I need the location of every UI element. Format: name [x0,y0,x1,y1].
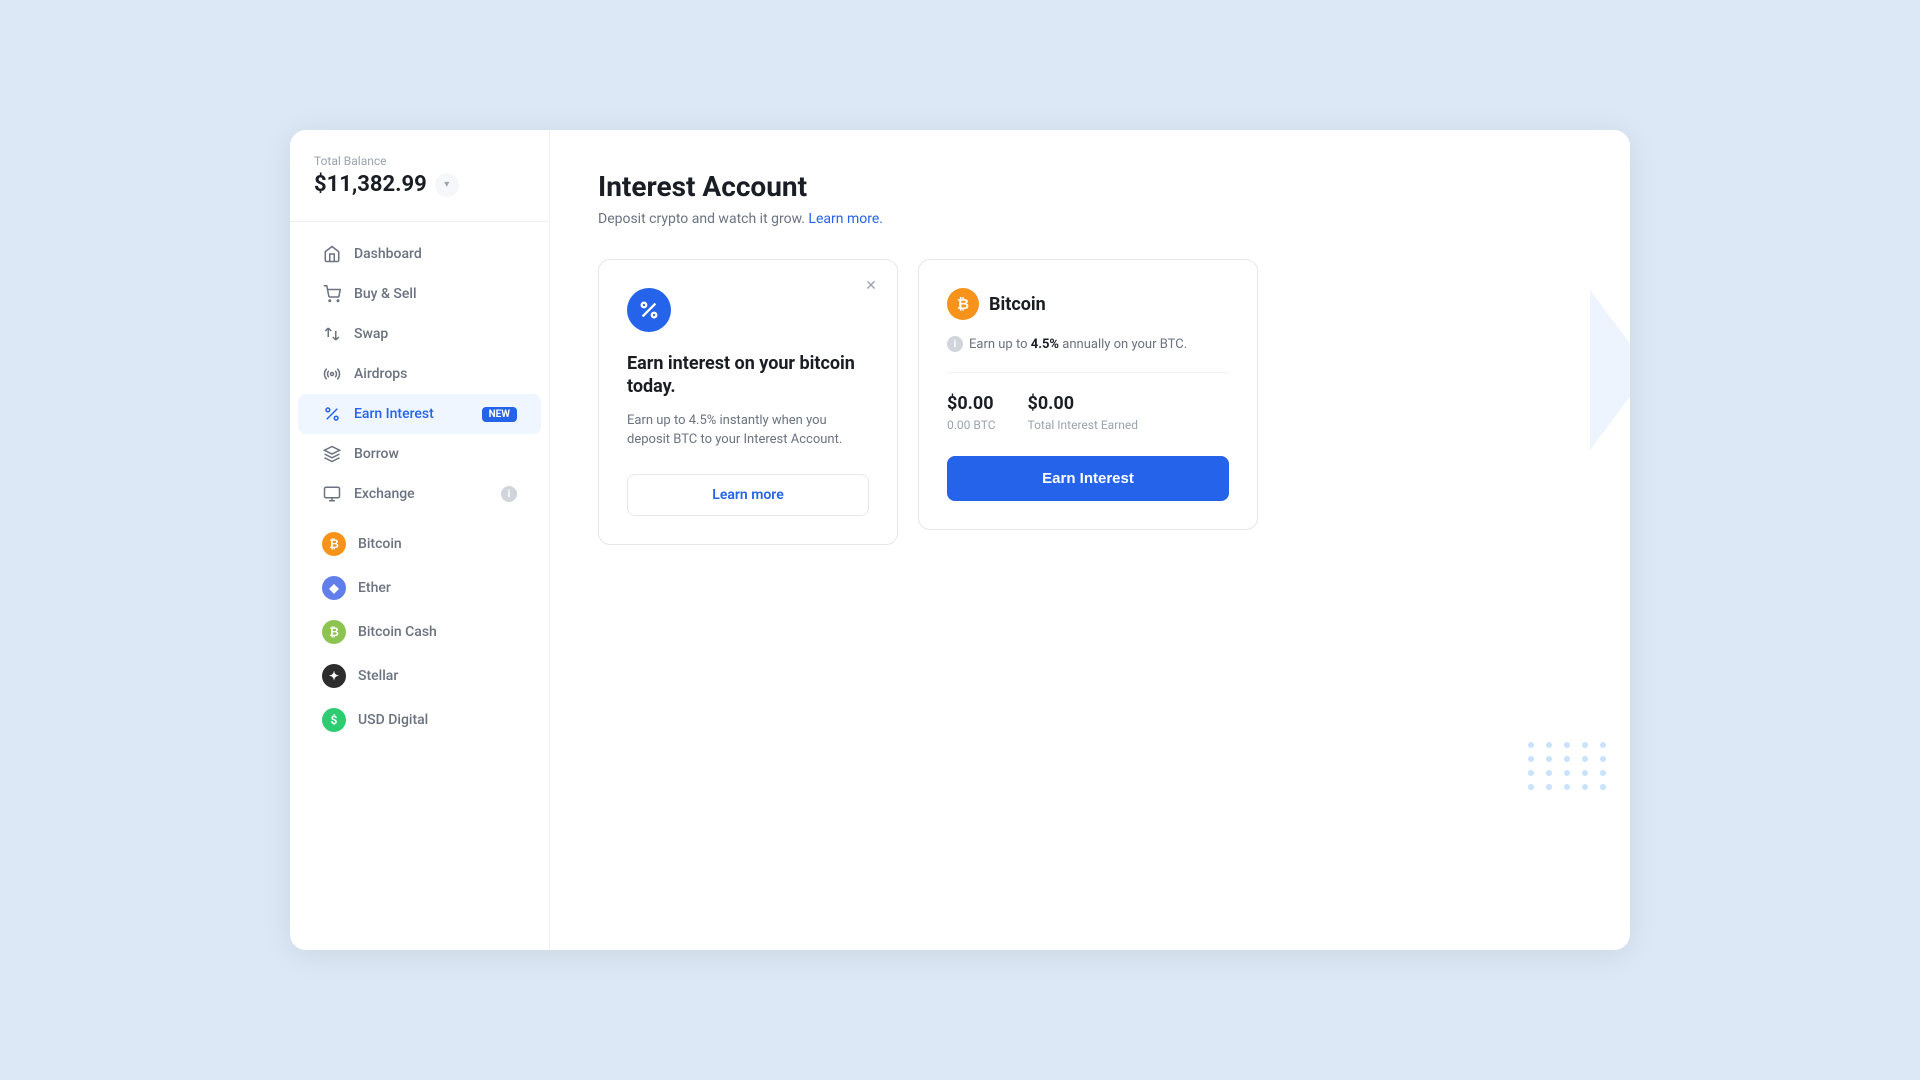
btc-stats-row: $0.00 0.00 BTC $0.00 Total Interest Earn… [947,393,1229,432]
sidebar-item-dashboard[interactable]: Dashboard [298,234,541,274]
cart-icon [322,284,342,304]
cards-row: ✕ Earn interest on your bitcoin today. E… [598,259,1582,545]
dot [1564,770,1570,776]
airdrops-label: Airdrops [354,366,517,382]
dot [1582,742,1588,748]
home-icon [322,244,342,264]
decorative-dots [1528,742,1610,790]
btc-interest-value: $0.00 [1028,393,1139,414]
ether-icon: ◆ [322,576,346,600]
dot [1564,742,1570,748]
dot [1546,784,1552,790]
percent-icon [322,404,342,424]
balance-label: Total Balance [314,154,525,168]
learn-more-link[interactable]: Learn more. [808,211,883,227]
dot [1582,756,1588,762]
airdrop-icon [322,364,342,384]
balance-dropdown-button[interactable]: ▾ [435,173,459,197]
info-suffix: annually on your BTC. [1059,337,1187,352]
btc-card-info-row: i Earn up to 4.5% annually on your BTC. [947,336,1229,373]
sidebar-item-borrow[interactable]: Borrow [298,434,541,474]
info-prefix: Earn up to [969,337,1031,352]
sidebar-item-usd-digital[interactable]: $ USD Digital [298,698,541,742]
sidebar-item-airdrops[interactable]: Airdrops [298,354,541,394]
new-badge: NEW [482,407,517,422]
exchange-icon [322,484,342,504]
dot [1546,770,1552,776]
dot [1564,784,1570,790]
page-title: Interest Account [598,170,1582,203]
balance-section: Total Balance $11,382.99 ▾ [290,154,549,222]
swap-label: Swap [354,326,517,342]
promo-learn-more-link[interactable]: Learn more [627,474,869,516]
btc-card-header: ₿ Bitcoin [947,288,1229,320]
sidebar-item-stellar[interactable]: ✦ Stellar [298,654,541,698]
subtitle-text: Deposit crypto and watch it grow. [598,211,805,227]
dot [1564,756,1570,762]
earn-interest-button[interactable]: Earn Interest [947,456,1229,501]
btc-rate: 4.5% [1031,337,1059,352]
btc-card-info-text: Earn up to 4.5% annually on your BTC. [969,337,1187,352]
sidebar-item-exchange[interactable]: Exchange i [298,474,541,514]
btc-card: ₿ Bitcoin i Earn up to 4.5% annually on … [918,259,1258,530]
dot [1528,742,1534,748]
exchange-label: Exchange [354,486,489,502]
dot [1582,770,1588,776]
dot [1546,742,1552,748]
bitcoin-label: Bitcoin [358,536,517,552]
sidebar-item-bitcoin-cash[interactable]: ₿ Bitcoin Cash [298,610,541,654]
dot [1600,784,1606,790]
promo-card: ✕ Earn interest on your bitcoin today. E… [598,259,898,545]
exchange-info-icon[interactable]: i [501,486,517,502]
earn-interest-label: Earn Interest [354,406,470,422]
sidebar: Total Balance $11,382.99 ▾ Dashboard [290,130,550,950]
dot [1528,784,1534,790]
dot [1600,756,1606,762]
sidebar-item-swap[interactable]: Swap [298,314,541,354]
main-content: Interest Account Deposit crypto and watc… [550,130,1630,950]
btc-coin-icon: ₿ [947,288,979,320]
ether-label: Ether [358,580,517,596]
promo-description: Earn up to 4.5% instantly when you depos… [627,411,869,450]
coins-section: ₿ Bitcoin ◆ Ether ₿ Bitcoin Cash ✦ Stell… [290,522,549,742]
btc-info-icon: i [947,336,963,352]
decorative-triangle [1590,290,1630,450]
stellar-label: Stellar [358,668,517,684]
btc-interest-sub: Total Interest Earned [1028,418,1139,432]
page-subtitle: Deposit crypto and watch it grow. Learn … [598,211,1582,227]
dot [1582,784,1588,790]
btc-card-title: Bitcoin [989,294,1046,315]
main-nav: Dashboard Buy & Sell [290,234,549,742]
buy-sell-label: Buy & Sell [354,286,517,302]
dot [1546,756,1552,762]
dot [1600,770,1606,776]
dashboard-label: Dashboard [354,246,517,262]
btc-balance-value: $0.00 [947,393,996,414]
usd-digital-label: USD Digital [358,712,517,728]
borrow-icon [322,444,342,464]
btc-interest-stat: $0.00 Total Interest Earned [1028,393,1139,432]
bitcoin-icon: ₿ [322,532,346,556]
btc-balance-sub: 0.00 BTC [947,418,996,432]
sidebar-item-earn-interest[interactable]: Earn Interest NEW [298,394,541,434]
borrow-label: Borrow [354,446,517,462]
promo-title: Earn interest on your bitcoin today. [627,352,869,399]
dot [1528,770,1534,776]
usd-digital-icon: $ [322,708,346,732]
sidebar-item-bitcoin[interactable]: ₿ Bitcoin [298,522,541,566]
dot [1528,756,1534,762]
sidebar-item-ether[interactable]: ◆ Ether [298,566,541,610]
bitcoin-cash-label: Bitcoin Cash [358,624,517,640]
btc-balance-stat: $0.00 0.00 BTC [947,393,996,432]
balance-amount: $11,382.99 [314,172,427,197]
bitcoin-cash-icon: ₿ [322,620,346,644]
sidebar-item-buy-sell[interactable]: Buy & Sell [298,274,541,314]
promo-close-button[interactable]: ✕ [861,276,881,296]
stellar-icon: ✦ [322,664,346,688]
swap-icon [322,324,342,344]
dot [1600,742,1606,748]
promo-percent-icon [627,288,671,332]
